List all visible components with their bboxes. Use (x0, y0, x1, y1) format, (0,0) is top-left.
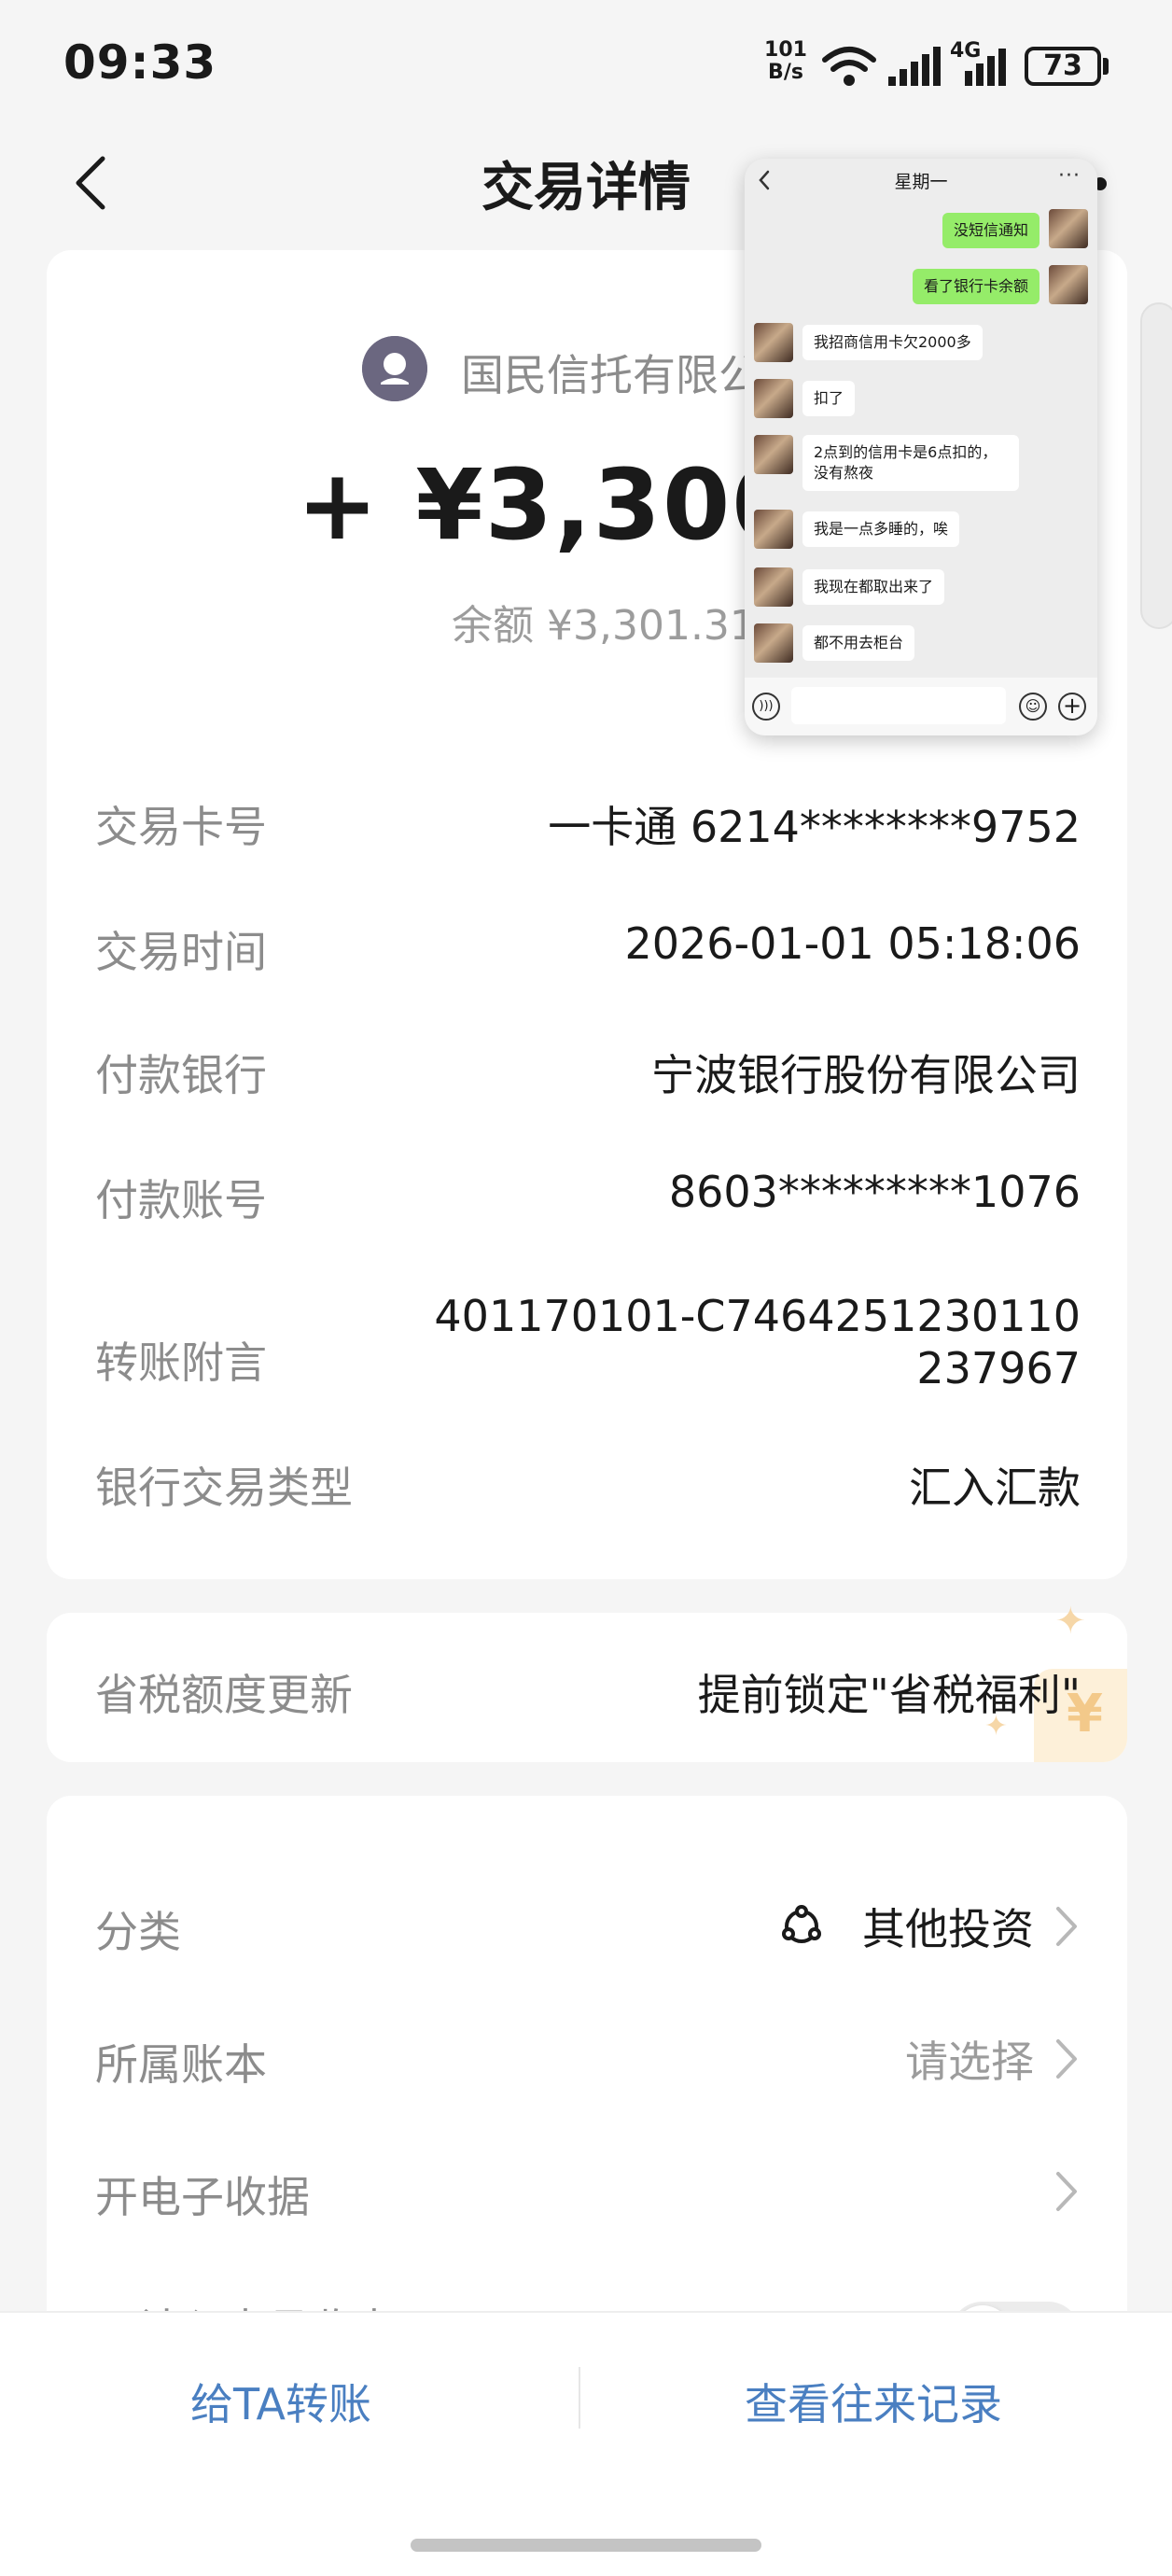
chat-message: 都不用去柜台 (802, 625, 915, 661)
detail-value: 2026-01-01 05:18:06 (624, 918, 1081, 969)
bottom-action-bar: 给TA转账 查看往来记录 (0, 2311, 1172, 2576)
bottom-divider (579, 2367, 580, 2429)
history-button[interactable]: 查看往来记录 (745, 2371, 1002, 2432)
detail-value: 8603*********1076 (668, 1167, 1081, 1217)
battery-indicator: 73 (1025, 47, 1101, 86)
chat-avatar (754, 323, 793, 362)
chat-avatar (754, 510, 793, 549)
chat-message: 我是一点多睡的，唉 (802, 511, 960, 547)
category-value: 其他投资 (862, 1904, 1034, 1954)
battery-tip (1103, 58, 1109, 75)
payer-name: 国民信托有限公 (461, 350, 761, 400)
status-bar: 09:33 101 B/s 4G 73 (0, 0, 1172, 131)
chat-message: 扣了 (802, 381, 856, 416)
floating-side-handle[interactable] (1140, 302, 1172, 629)
chat-message: 看了银行卡余额 (912, 269, 1039, 304)
network-speed-value: 101 (764, 38, 807, 62)
network-speed-unit: B/s (768, 61, 803, 84)
chat-avatar (754, 567, 793, 607)
receipt-label: 开电子收据 (95, 2172, 310, 2222)
chevron-right-icon (1056, 2172, 1077, 2211)
chat-header: 星期一 ··· (745, 159, 1097, 202)
category-row[interactable]: 分类 其他投资 (95, 1885, 1081, 1960)
detail-label: 银行交易类型 (95, 1463, 353, 1513)
detail-value: 汇入汇款 (909, 1463, 1081, 1513)
network-speed: 101 B/s (758, 39, 814, 84)
detail-label: 转账附言 (95, 1337, 267, 1388)
tax-label: 省税额度更新 (95, 1670, 353, 1720)
chat-message: 没短信通知 (942, 213, 1039, 248)
chat-avatar (754, 379, 793, 418)
payer-avatar-icon (362, 336, 427, 401)
chevron-right-icon (1056, 1907, 1077, 1946)
sparkle-icon: ✦ (1054, 1600, 1086, 1643)
chat-message: 我现在都取出来了 (802, 569, 945, 605)
chat-more-icon[interactable]: ··· (1058, 164, 1081, 188)
detail-label: 交易时间 (95, 927, 267, 977)
chat-message: 2点到的信用卡是6点扣的，没有熬夜 (802, 435, 1019, 491)
chat-avatar (1049, 209, 1088, 248)
chat-message: 我招商信用卡欠2000多 (802, 325, 983, 360)
tax-value: 提前锁定"省税福利" (697, 1670, 1081, 1720)
tax-promo-card[interactable]: 省税额度更新 ¥ ✦ ✦ 提前锁定"省税福利" (47, 1600, 1127, 1762)
detail-label: 付款账号 (95, 1175, 267, 1225)
receipt-row[interactable]: 开电子收据 (95, 2150, 1081, 2225)
account-balance: 余额 ¥3,301.31 (452, 602, 756, 650)
chat-avatar (754, 623, 793, 663)
home-indicator[interactable] (411, 2539, 761, 2552)
receipt-right (1053, 2163, 1081, 2219)
category-label: 分类 (95, 1907, 181, 1957)
ledger-row[interactable]: 所属账本 请选择 (95, 2018, 1081, 2093)
detail-label: 交易卡号 (95, 802, 267, 852)
detail-label: 付款银行 (95, 1050, 267, 1100)
chevron-right-icon (1056, 2039, 1077, 2079)
detail-value: 宁波银行股份有限公司 (651, 1050, 1081, 1100)
detail-row-memo: 转账附言 401170101-C7464251230110237967 (95, 1290, 1081, 1402)
plus-icon[interactable]: + (1058, 693, 1086, 721)
category-right: 其他投资 (778, 1898, 1081, 1954)
chat-input[interactable] (791, 687, 1006, 724)
signal-icon (888, 47, 941, 86)
wifi-icon (822, 47, 876, 86)
emoji-icon[interactable]: ☺ (1019, 693, 1047, 721)
floating-chat-window[interactable]: 星期一 ··· 没短信通知 看了银行卡余额 我招商信用卡欠2000多 扣了 2点… (745, 159, 1097, 735)
status-time: 09:33 (63, 35, 217, 90)
ledger-label: 所属账本 (95, 2039, 267, 2090)
ledger-right: 请选择 (905, 2031, 1081, 2087)
signal-4g-icon (965, 49, 1006, 86)
chat-title: 星期一 (894, 172, 948, 192)
category-icon (782, 1905, 821, 1943)
chat-input-bar: ))) ☺ + (745, 678, 1097, 735)
chat-avatar (1049, 265, 1088, 304)
ledger-value: 请选择 (905, 2037, 1034, 2087)
detail-value: 401170101-C7464251230110237967 (434, 1291, 1081, 1393)
detail-value: 一卡通 6214********9752 (548, 802, 1081, 852)
voice-icon[interactable]: ))) (752, 693, 780, 721)
chat-avatar (754, 435, 793, 474)
transfer-button[interactable]: 给TA转账 (190, 2371, 371, 2432)
